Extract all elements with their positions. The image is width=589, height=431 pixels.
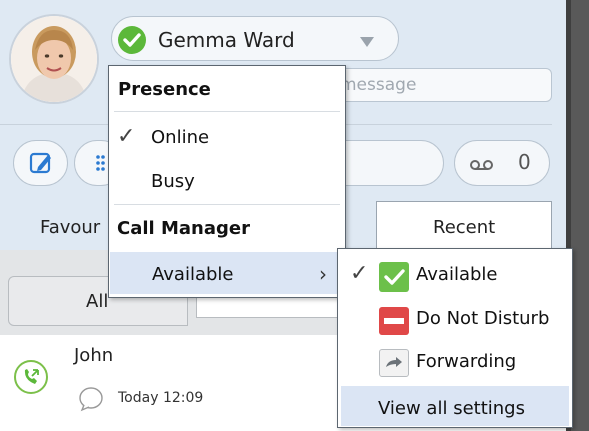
avatar-photo [11, 16, 97, 102]
filter-all-label: All [86, 291, 109, 312]
menu-item-online[interactable]: Online [151, 127, 209, 149]
recent-item-name[interactable]: John [74, 345, 113, 367]
menu-separator [114, 204, 340, 205]
voicemail-button[interactable] [454, 140, 550, 186]
voicemail-icon [470, 160, 493, 170]
incoming-call-icon [14, 360, 48, 394]
submenu-item-available[interactable]: Available [416, 264, 497, 286]
compose-icon [29, 152, 51, 174]
submenu-item-do-not-disturb[interactable]: Do Not Disturb [416, 308, 549, 330]
presence-heading: Presence [118, 79, 211, 100]
chevron-right-icon: › [319, 262, 327, 286]
online-status-icon [118, 26, 146, 54]
call-manager-heading: Call Manager [117, 218, 250, 239]
user-name: Gemma Ward [158, 28, 295, 52]
available-check-icon [379, 262, 409, 292]
menu-item-busy[interactable]: Busy [151, 171, 195, 193]
chevron-down-icon [360, 32, 374, 51]
checkmark-icon: ✓ [117, 124, 136, 149]
tab-recent-label: Recent [433, 217, 496, 238]
recent-item-time: Today 12:09 [118, 390, 204, 406]
menu-separator [114, 111, 340, 112]
avatar[interactable] [9, 14, 99, 104]
voicemail-count: 0 [518, 150, 531, 174]
status-message-placeholder: message [340, 75, 417, 95]
menu-item-available-label: Available [152, 264, 234, 285]
tab-favourites[interactable]: Favour [40, 216, 100, 240]
chat-bubble-icon[interactable] [76, 386, 106, 412]
forwarding-icon [379, 349, 409, 377]
submenu-item-forwarding[interactable]: Forwarding [416, 351, 516, 373]
view-all-settings-label: View all settings [378, 398, 525, 419]
checkmark-icon: ✓ [350, 261, 369, 286]
compose-button[interactable] [13, 140, 68, 186]
do-not-disturb-bar [384, 318, 404, 324]
